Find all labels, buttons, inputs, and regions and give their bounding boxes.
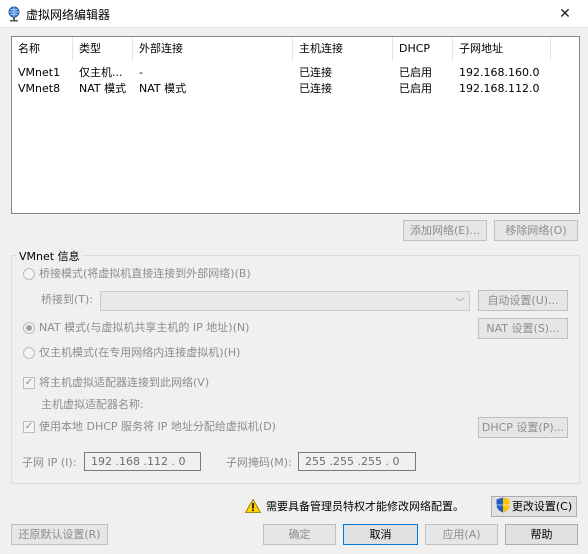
- add-network-button[interactable]: 添加网络(E)...: [403, 220, 487, 241]
- cancel-button[interactable]: 取消: [343, 524, 418, 545]
- cell-subnet: 192.168.112.0: [459, 82, 540, 95]
- admin-notice: 需要具备管理员特权才能修改网络配置。: [266, 500, 464, 513]
- ok-button[interactable]: 确定: [263, 524, 336, 545]
- use-dhcp-checkbox[interactable]: ✓: [23, 421, 35, 433]
- change-settings-label: 更改设置(C): [511, 500, 573, 513]
- nat-settings-button[interactable]: NAT 设置(S)...: [478, 318, 568, 339]
- shield-icon: [496, 497, 510, 513]
- help-button[interactable]: 帮助: [505, 524, 578, 545]
- bridge-to-select[interactable]: ﹀: [100, 291, 470, 311]
- cell-subnet: 192.168.160.0: [459, 66, 540, 79]
- cell-type: 仅主机...: [79, 66, 123, 79]
- window-title: 虚拟网络编辑器: [26, 8, 111, 22]
- column-header-dhcp[interactable]: DHCP: [393, 37, 453, 61]
- change-settings-button[interactable]: 更改设置(C): [491, 496, 577, 517]
- column-header-host[interactable]: 主机连接: [293, 37, 393, 61]
- subnet-mask-field[interactable]: 255 .255 .255 . 0: [298, 452, 416, 471]
- column-header-name[interactable]: 名称: [12, 37, 73, 61]
- vmnet-info-title: VMnet 信息: [17, 248, 82, 264]
- apply-button[interactable]: 应用(A): [425, 524, 498, 545]
- cell-name: VMnet8: [18, 82, 61, 95]
- cell-type: NAT 模式: [79, 82, 127, 95]
- list-header: 名称 类型 外部连接 主机连接 DHCP 子网地址: [12, 37, 579, 61]
- subnet-mask-label: 子网掩码(M):: [226, 456, 292, 469]
- adapter-name-label: 主机虚拟适配器名称:: [41, 398, 144, 411]
- subnet-ip-label: 子网 IP (I):: [22, 456, 77, 469]
- network-editor-icon: [8, 6, 20, 22]
- bridged-label: 桥接模式(将虚拟机直接连接到外部网络)(B): [39, 267, 251, 280]
- cell-dhcp: 已启用: [399, 82, 432, 95]
- nat-label: NAT 模式(与虚拟机共享主机的 IP 地址)(N): [39, 321, 250, 334]
- cell-host: 已连接: [299, 82, 332, 95]
- table-row[interactable]: VMnet8 NAT 模式 NAT 模式 已连接 已启用 192.168.112…: [12, 81, 579, 97]
- column-header-external[interactable]: 外部连接: [133, 37, 293, 61]
- cell-name: VMnet1: [18, 66, 61, 79]
- cell-external: NAT 模式: [139, 82, 187, 95]
- cell-host: 已连接: [299, 66, 332, 79]
- column-header-type[interactable]: 类型: [73, 37, 133, 61]
- connect-adapter-label: 将主机虚拟适配器连接到此网络(V): [39, 376, 210, 389]
- use-dhcp-label: 使用本地 DHCP 服务将 IP 地址分配给虚拟机(D): [39, 420, 276, 433]
- cell-dhcp: 已启用: [399, 66, 432, 79]
- remove-network-button[interactable]: 移除网络(O): [494, 220, 578, 241]
- dhcp-settings-button[interactable]: DHCP 设置(P)...: [478, 417, 568, 438]
- nat-radio[interactable]: [23, 322, 35, 334]
- subnet-ip-field[interactable]: 192 .168 .112 . 0: [84, 452, 201, 471]
- restore-defaults-button[interactable]: 还原默认设置(R): [11, 524, 108, 545]
- connect-adapter-checkbox[interactable]: ✓: [23, 377, 35, 389]
- network-list[interactable]: 名称 类型 外部连接 主机连接 DHCP 子网地址 VMnet1 仅主机... …: [11, 36, 580, 214]
- title-bar: 虚拟网络编辑器 ✕: [0, 0, 588, 28]
- cell-external: -: [139, 66, 143, 79]
- table-row[interactable]: VMnet1 仅主机... - 已连接 已启用 192.168.160.0: [12, 65, 579, 81]
- close-button[interactable]: ✕: [542, 0, 588, 28]
- warning-icon: [245, 499, 261, 513]
- host-only-label: 仅主机模式(在专用网络内连接虚拟机)(H): [39, 346, 241, 359]
- bridged-radio[interactable]: [23, 268, 35, 280]
- auto-settings-button[interactable]: 自动设置(U)...: [478, 290, 568, 311]
- host-only-radio[interactable]: [23, 347, 35, 359]
- chevron-down-icon: ﹀: [455, 298, 465, 309]
- close-icon: ✕: [559, 6, 571, 22]
- column-header-subnet[interactable]: 子网地址: [453, 37, 551, 61]
- bridge-to-label: 桥接到(T):: [41, 293, 94, 306]
